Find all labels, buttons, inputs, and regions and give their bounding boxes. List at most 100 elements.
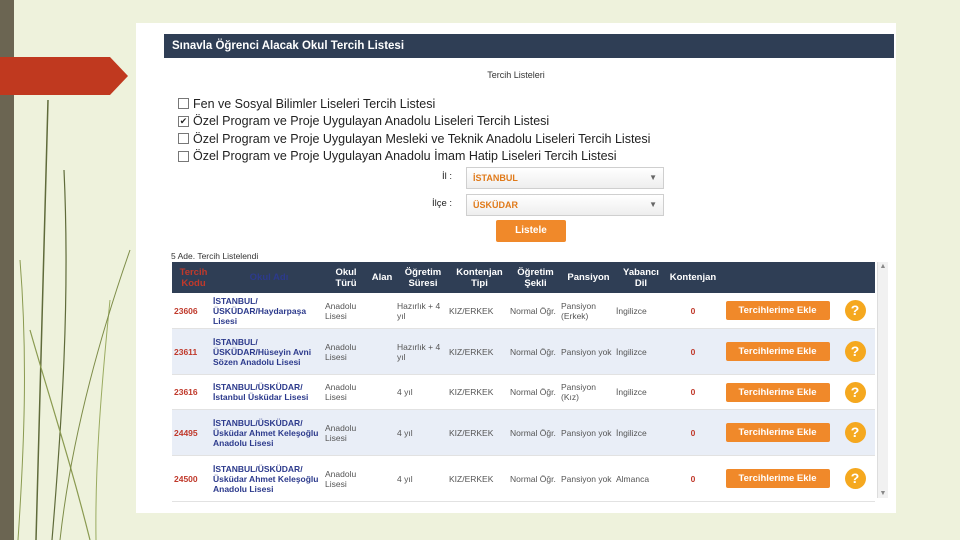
cell-quota-type: KIZ/ERKEK: [449, 427, 494, 438]
header-tercih-kodu: Tercih Kodu: [179, 266, 208, 289]
cell-schedule: Normal Öğr.: [510, 473, 556, 484]
cell-duration: Hazırlık + 4 yıl: [397, 341, 441, 362]
cell-quota-type: KIZ/ERKEK: [449, 346, 494, 357]
ilce-select-value: ÜSKÜDAR: [473, 200, 518, 210]
add-to-preferences-button[interactable]: Tercihlerime Ekle: [725, 469, 830, 488]
cell-schedule: Normal Öğr.: [510, 427, 556, 438]
header-alan: Alan: [371, 272, 393, 283]
cell-add: Tercihlerime Ekle: [720, 342, 835, 361]
question-mark-icon[interactable]: ?: [844, 341, 866, 362]
header-pansiyon: Pansiyon: [567, 272, 610, 283]
cell-help: ?: [835, 422, 875, 443]
cell-add: Tercihlerime Ekle: [720, 382, 835, 402]
cell-school-type: Anadolu Lisesi: [325, 382, 357, 402]
cell-code: 24495: [174, 427, 198, 438]
cell-duration: 4 yıl: [397, 387, 413, 397]
add-to-preferences-button[interactable]: Tercihlerime Ekle: [725, 423, 830, 442]
cell-school-type: Anadolu Lisesi: [325, 341, 357, 362]
cell-school-name[interactable]: İSTANBUL/ÜSKÜDAR/ Üsküdar Ahmet Keleşoğl…: [213, 464, 325, 494]
cell-add: Tercihlerime Ekle: [720, 423, 835, 442]
il-select[interactable]: İSTANBUL ▼: [466, 167, 664, 189]
header-okul-adi: Okul Adı: [249, 272, 289, 283]
list-options: Fen ve Sosyal Bilimler Liseleri Tercih L…: [178, 95, 650, 165]
ilce-select[interactable]: ÜSKÜDAR ▼: [466, 194, 664, 216]
question-mark-icon[interactable]: ?: [844, 422, 866, 443]
cell-school-name[interactable]: İSTANBUL/ ÜSKÜDAR/Haydarpaşa Lisesi: [213, 296, 325, 326]
cell-language: İngilizce: [616, 346, 647, 357]
checkbox-icon[interactable]: [178, 133, 189, 145]
list-button[interactable]: Listele: [496, 220, 566, 242]
scroll-down-icon[interactable]: ▼: [878, 490, 888, 497]
header-yabanci-dil: Yabancı Dil: [623, 266, 659, 289]
cell-language: İngilizce: [616, 305, 647, 316]
cell-help: ?: [835, 381, 875, 403]
results-table: Tercih Kodu Okul Adı Okul Türü Alan Öğre…: [172, 262, 875, 502]
cell-add: Tercihlerime Ekle: [720, 301, 835, 320]
cell-duration: 4 yıl: [397, 473, 413, 484]
cell-quota-type: KIZ/ERKEK: [449, 387, 494, 397]
option-imam-hatip[interactable]: Özel Program ve Proje Uygulayan Anadolu …: [178, 148, 650, 166]
checkbox-icon[interactable]: [178, 150, 189, 162]
cell-school-type: Anadolu Lisesi: [325, 468, 357, 489]
cell-help: ?: [835, 468, 875, 489]
question-mark-icon[interactable]: ?: [844, 468, 866, 489]
cell-school-type: Anadolu Lisesi: [325, 422, 357, 443]
option-label: Özel Program ve Proje Uygulayan Anadolu …: [193, 114, 550, 129]
cell-pension: Pansiyon yok: [561, 346, 612, 357]
cell-schedule: Normal Öğr.: [510, 305, 556, 316]
ilce-label: İlçe :: [432, 198, 453, 209]
il-label: İl :: [442, 171, 453, 182]
cell-help: ?: [835, 341, 875, 362]
add-to-preferences-button[interactable]: Tercihlerime Ekle: [725, 342, 830, 361]
cell-pension: Pansiyon (Kız): [561, 382, 596, 402]
header-kontenjan-tipi: Kontenjan Tipi: [456, 266, 503, 289]
cell-pension: Pansiyon (Erkek): [561, 300, 596, 321]
cell-language: Almanca: [616, 473, 650, 484]
cell-quota-type: KIZ/ERKEK: [449, 305, 494, 316]
cell-language: İngilizce: [616, 427, 647, 438]
option-label: Özel Program ve Proje Uygulayan Mesleki …: [193, 131, 651, 146]
cell-quota: 0: [690, 305, 696, 316]
list-caption: Tercih Listeleri: [487, 70, 545, 80]
cell-code: 23606: [174, 305, 198, 316]
cell-duration: Hazırlık + 4 yıl: [397, 300, 441, 321]
chevron-down-icon[interactable]: ▼: [649, 174, 657, 182]
cell-help: ?: [835, 300, 875, 321]
checkbox-icon[interactable]: [178, 98, 189, 110]
cell-quota: 0: [690, 346, 696, 357]
cell-schedule: Normal Öğr.: [510, 346, 556, 357]
slide-arrow-tab: [0, 57, 128, 95]
cell-schedule: Normal Öğr.: [510, 387, 556, 397]
cell-school-name[interactable]: İSTANBUL/ÜSKÜDAR/ Üsküdar Ahmet Keleşoğl…: [213, 418, 325, 448]
add-to-preferences-button[interactable]: Tercihlerime Ekle: [725, 301, 830, 320]
scroll-up-icon[interactable]: ▲: [878, 263, 888, 270]
option-fen-sosyal[interactable]: Fen ve Sosyal Bilimler Liseleri Tercih L…: [178, 95, 650, 113]
option-mesleki-teknik[interactable]: Özel Program ve Proje Uygulayan Mesleki …: [178, 130, 650, 148]
table-scrollbar[interactable]: ▲ ▼: [877, 262, 888, 498]
table-header: Tercih Kodu Okul Adı Okul Türü Alan Öğre…: [172, 262, 875, 293]
cell-school-name[interactable]: İSTANBUL/ ÜSKÜDAR/Hüseyin Avni Sözen Ana…: [213, 337, 325, 367]
table-row: 24500 İSTANBUL/ÜSKÜDAR/ Üsküdar Ahmet Ke…: [172, 456, 875, 502]
header-okul-turu: Okul Türü: [335, 266, 357, 289]
option-label: Fen ve Sosyal Bilimler Liseleri Tercih L…: [193, 96, 436, 111]
question-mark-icon[interactable]: ?: [844, 381, 866, 403]
header-blank-add: [720, 262, 835, 293]
header-kontenjan: Kontenjan: [669, 272, 717, 283]
add-to-preferences-button[interactable]: Tercihlerime Ekle: [725, 382, 830, 402]
checkbox-icon[interactable]: ✔: [178, 115, 189, 127]
header-ogretim-suresi: Öğretim Süresi: [404, 266, 442, 289]
option-anadolu-lisesi[interactable]: ✔ Özel Program ve Proje Uygulayan Anadol…: [178, 113, 650, 131]
cell-code: 23611: [174, 346, 198, 357]
screenshot-panel: Sınavla Öğrenci Alacak Okul Tercih Liste…: [136, 23, 896, 513]
cell-duration: 4 yıl: [397, 427, 413, 438]
question-mark-icon[interactable]: ?: [844, 300, 866, 321]
cell-school-name[interactable]: İSTANBUL/ÜSKÜDAR/ İstanbul Üsküdar Lises…: [213, 382, 325, 402]
cell-quota: 0: [690, 473, 696, 484]
cell-school-type: Anadolu Lisesi: [325, 300, 357, 321]
cell-pension: Pansiyon yok: [561, 427, 612, 438]
header-blank-help: [835, 262, 875, 293]
table-row: 24495 İSTANBUL/ÜSKÜDAR/ Üsküdar Ahmet Ke…: [172, 410, 875, 456]
chevron-down-icon[interactable]: ▼: [649, 201, 657, 209]
result-count: 5 Ade. Tercih Listelendi: [171, 251, 259, 261]
il-select-value: İSTANBUL: [473, 173, 518, 183]
